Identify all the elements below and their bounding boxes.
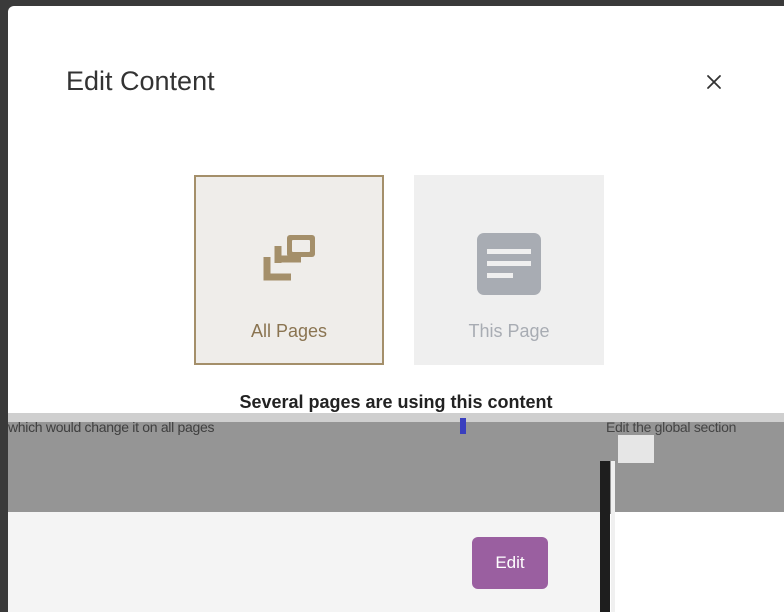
close-button[interactable] (696, 64, 732, 100)
render-artifact-vline (600, 461, 610, 612)
edit-button[interactable]: Edit (472, 537, 548, 589)
note-partial-left: which would change it on all pages (8, 419, 215, 435)
dialog-footer-right (614, 512, 784, 612)
render-artifact-blue (460, 418, 466, 434)
dialog-title: Edit Content (66, 66, 215, 96)
option-this-page-label: This Page (468, 321, 550, 341)
note-description: which would change it on all pages Edit … (8, 419, 784, 435)
note-partial-right: Edit the global section (606, 419, 737, 435)
close-icon (707, 75, 721, 89)
shared-content-note: Several pages are using this content (239, 392, 553, 412)
single-page-icon (477, 233, 541, 295)
option-all-pages[interactable]: All Pages (194, 175, 384, 365)
render-artifact-vline-light (611, 461, 615, 612)
render-artifact-gap (618, 435, 654, 463)
edit-content-dialog: Edit Content All Pages This Page Several… (8, 6, 784, 612)
stacked-pages-icon (263, 235, 315, 281)
option-this-page[interactable]: This Page (414, 175, 604, 365)
option-all-pages-label: All Pages (250, 321, 328, 341)
